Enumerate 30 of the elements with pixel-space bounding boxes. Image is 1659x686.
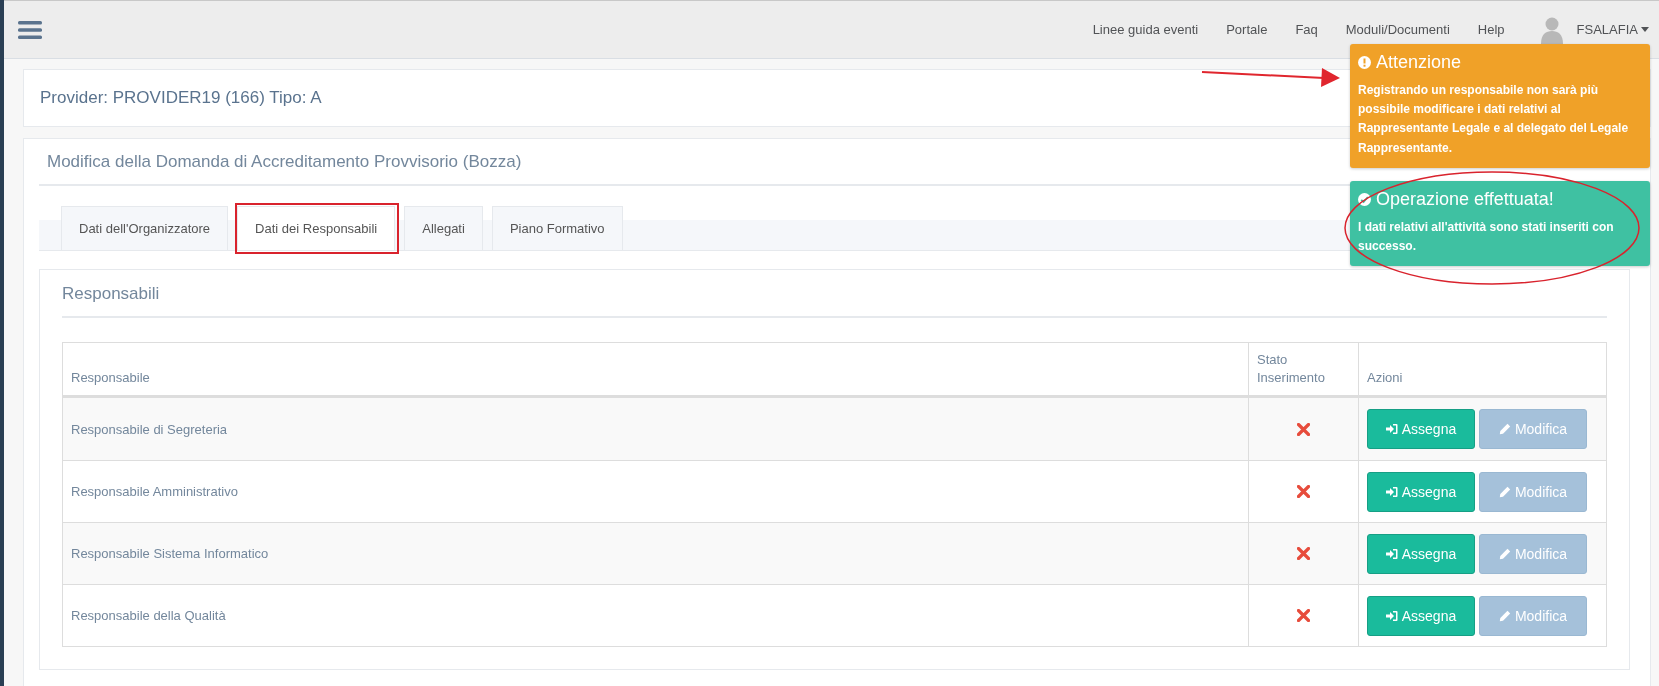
table-cell: Responsabile di Segreteria (63, 398, 1248, 461)
exclamation-circle-icon (1358, 56, 1371, 69)
pencil-icon (1498, 547, 1511, 560)
pencil-icon (1498, 423, 1511, 436)
table-cell: Responsabile Sistema Informatico (63, 522, 1248, 585)
nav-link[interactable]: Moduli/Documenti (1345, 22, 1450, 37)
tab[interactable]: Piano Formativo (491, 206, 623, 250)
notification-title: Attenzione (1376, 52, 1462, 73)
user-menu[interactable]: FSALAFIA (1576, 22, 1649, 37)
nav-link[interactable]: Help (1477, 22, 1505, 37)
sign-in-icon (1385, 609, 1398, 622)
pencil-icon (1498, 609, 1511, 622)
tab[interactable]: Dati dell'Organizzatore (61, 206, 229, 250)
tab[interactable]: Allegati (404, 206, 483, 250)
menu-icon[interactable] (18, 19, 42, 40)
provider-title: Provider: PROVIDER19 (166) Tipo: A (40, 88, 322, 108)
nav-link[interactable]: Linee guida eventi (1092, 22, 1199, 37)
pencil-icon (1498, 485, 1511, 498)
nav-link[interactable]: Faq (1295, 22, 1318, 37)
sign-in-icon (1385, 547, 1398, 560)
sign-in-icon (1385, 485, 1398, 498)
avatar-icon (1540, 15, 1563, 44)
check-circle-icon (1358, 193, 1371, 206)
notification-message: I dati relativi all'attività sono stati inseriti con successo. (1358, 219, 1615, 256)
section-title: Responsabili (62, 280, 1607, 318)
sign-in-icon (1385, 423, 1398, 436)
nav-link[interactable]: Portale (1226, 22, 1268, 37)
notification-title: Operazione effettuata! (1376, 189, 1554, 210)
caret-icon (1641, 27, 1649, 32)
table-cell: Responsabile della Qualità (63, 584, 1248, 647)
